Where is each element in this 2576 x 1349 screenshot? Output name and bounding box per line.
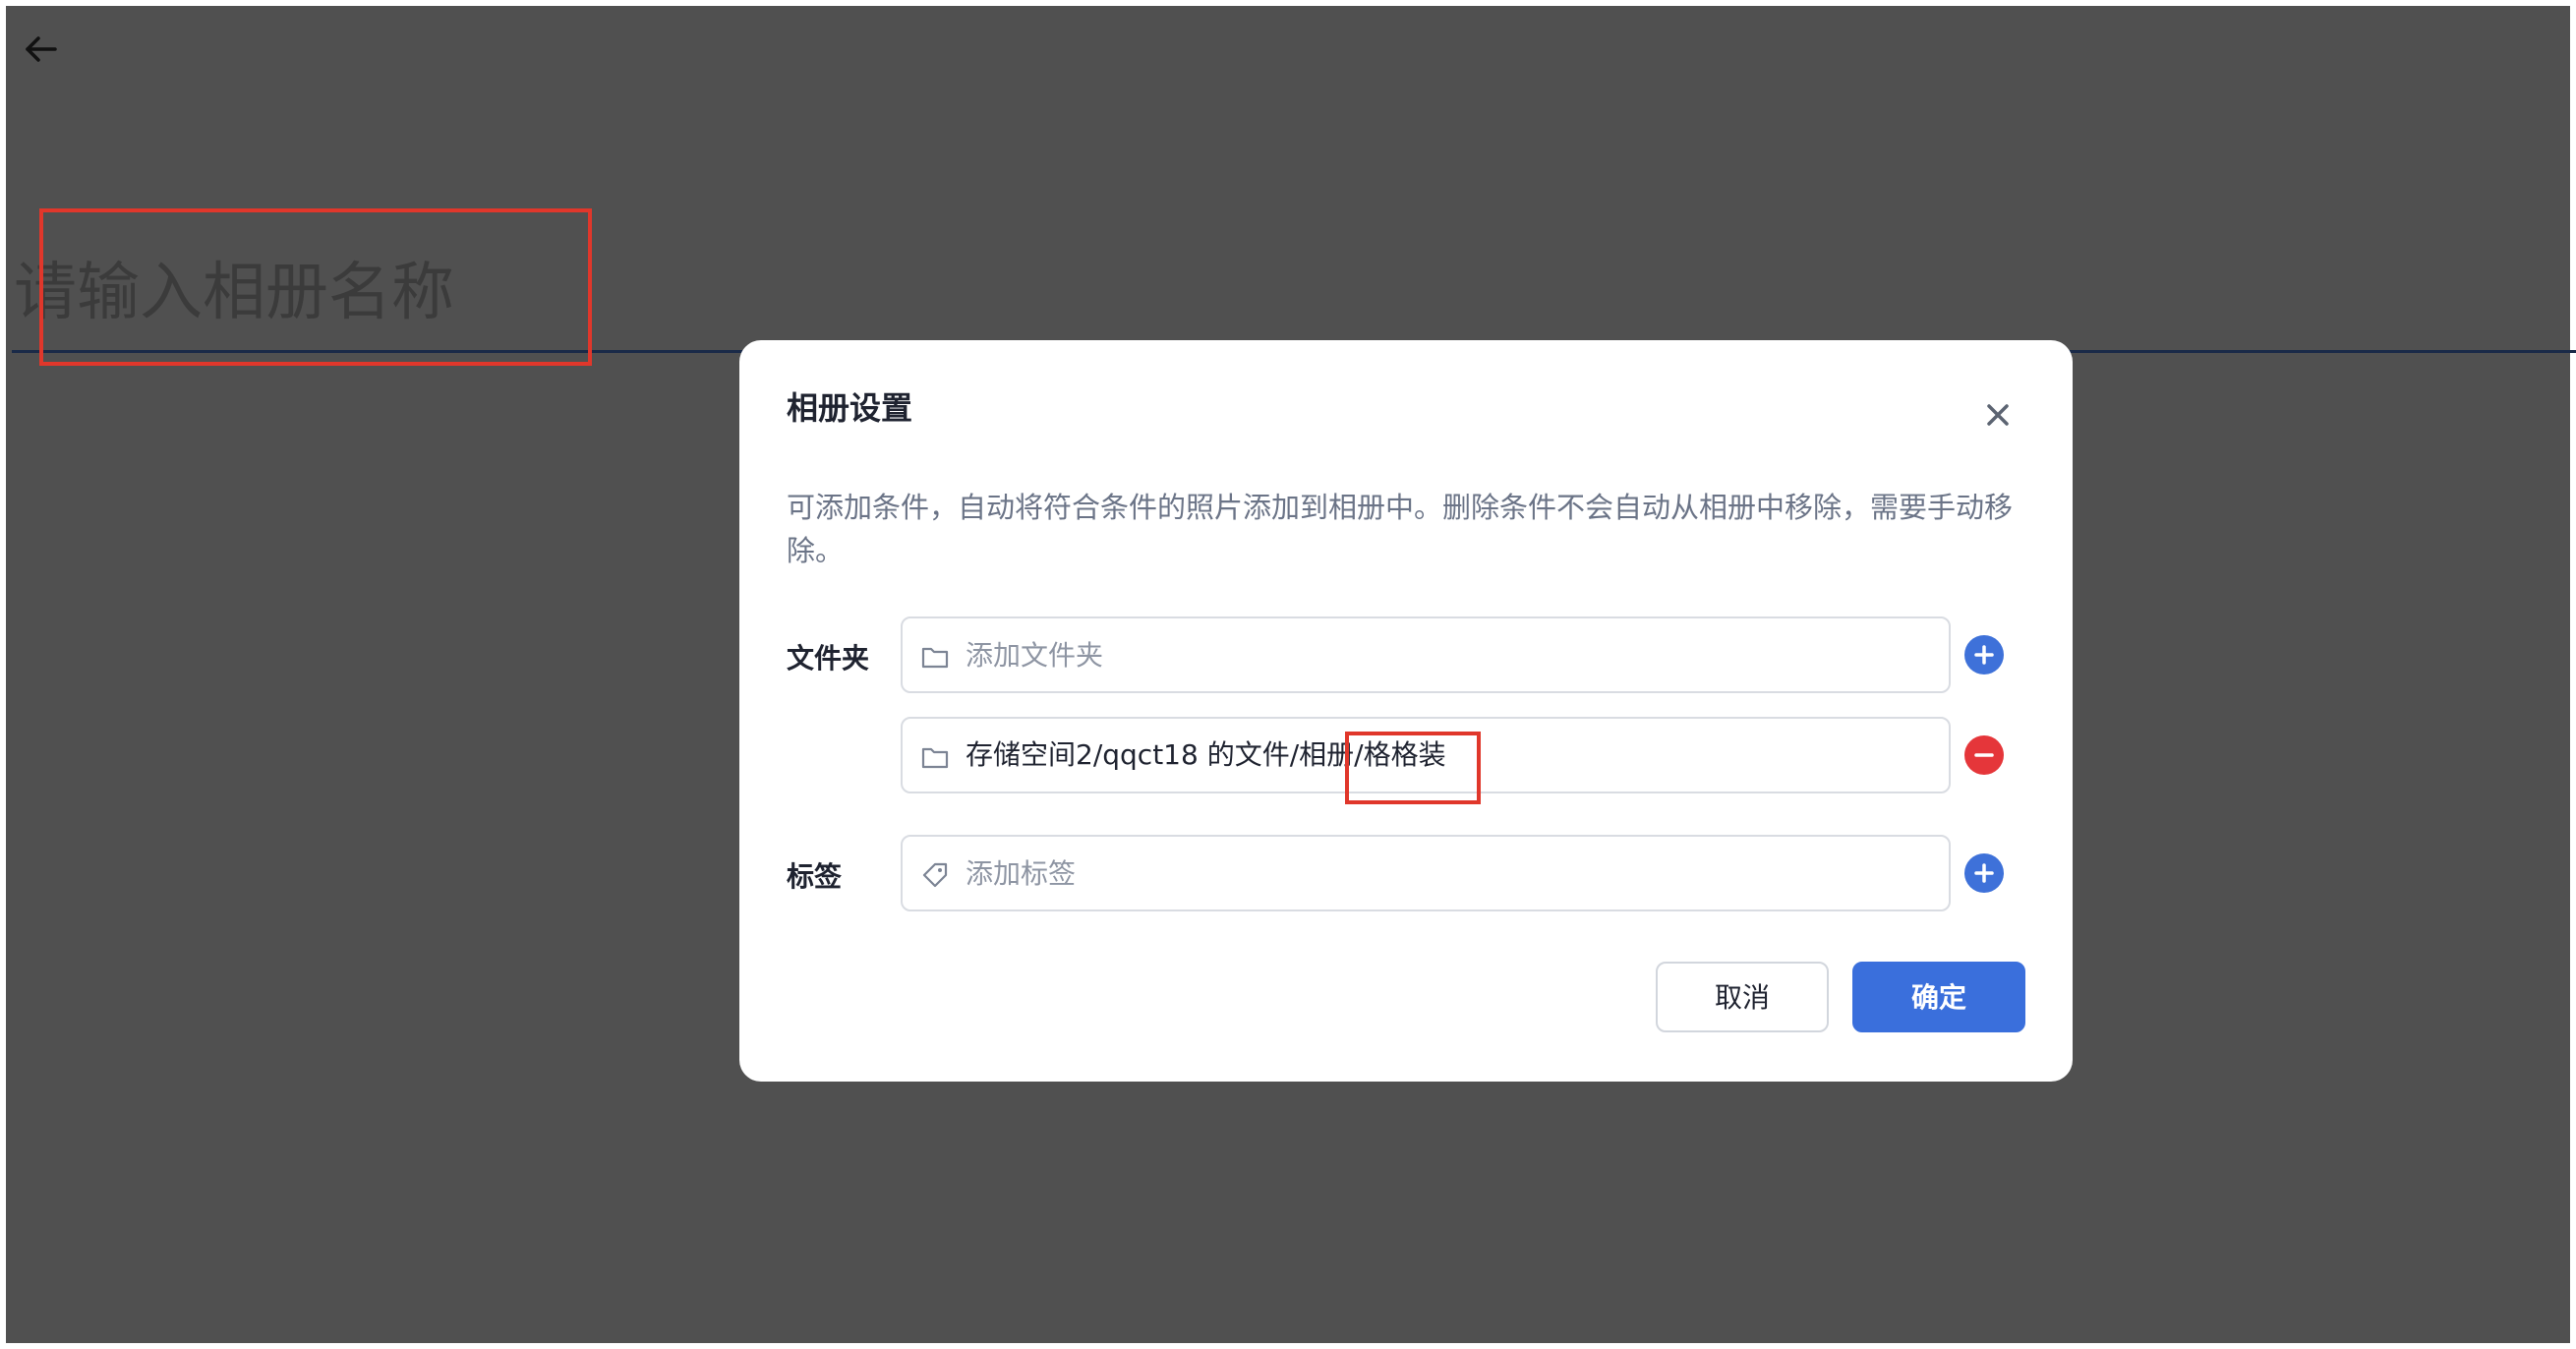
close-button[interactable] [1980,397,2016,433]
screen: 相册设置 可添加条件，自动将符合条件的照片添加到相册中。删除条件不会自动从相册中… [0,0,2576,1349]
folder-label: 文件夹 [787,642,870,674]
folder-icon [921,747,949,769]
folder-icon [921,647,949,669]
add-tag-field[interactable] [901,835,1951,911]
add-folder-field[interactable] [901,616,1951,693]
add-tag-button[interactable] [1964,853,2004,893]
add-tag-input[interactable] [966,837,1929,909]
annotation-highlight-folder [1345,732,1481,804]
annotation-highlight-title [39,208,592,366]
tag-icon [922,862,948,888]
plus-circle-icon [1974,863,1994,883]
dialog-title: 相册设置 [787,389,913,427]
remove-folder-button[interactable] [1964,735,2004,775]
arrow-left-icon [26,36,57,62]
album-settings-dialog: 相册设置 可添加条件，自动将符合条件的照片添加到相册中。删除条件不会自动从相册中… [739,340,2073,1082]
add-folder-button[interactable] [1964,635,2004,674]
minus-circle-icon [1974,753,1994,757]
add-folder-input[interactable] [966,618,1929,691]
plus-circle-icon [1974,645,1994,665]
close-icon [1987,404,2009,426]
cancel-button[interactable]: 取消 [1656,962,1829,1032]
back-button[interactable] [20,28,63,71]
dialog-description: 可添加条件，自动将符合条件的照片添加到相册中。删除条件不会自动从相册中移除，需要… [787,491,2014,567]
tag-label: 标签 [787,860,843,893]
confirm-button[interactable]: 确定 [1852,962,2025,1032]
